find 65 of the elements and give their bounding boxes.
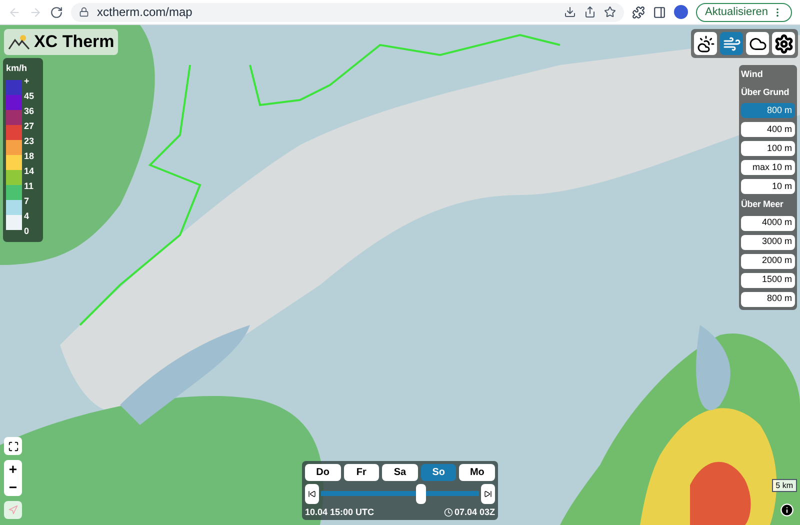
altitude-button[interactable]: 800 m xyxy=(741,292,795,306)
altitude-button[interactable]: 400 m xyxy=(741,122,795,137)
layer-button[interactable] xyxy=(746,32,769,55)
panel-title: Wind xyxy=(741,68,764,81)
time-slider-track[interactable] xyxy=(321,484,479,504)
scale-bar: 5 km xyxy=(772,479,797,492)
legend-label: + xyxy=(24,75,30,88)
legend-unit: km/h xyxy=(6,62,28,74)
zoom-out-button[interactable]: − xyxy=(4,478,22,496)
altitude-button[interactable]: 100 m xyxy=(741,141,795,156)
legend-label: 23 xyxy=(24,135,34,148)
legend-label: 27 xyxy=(24,120,34,133)
reload-icon[interactable] xyxy=(50,6,63,18)
skip-back-icon xyxy=(308,490,316,498)
mountain-sun-icon xyxy=(8,34,30,50)
altitude-button[interactable]: max 10 m xyxy=(741,160,795,175)
skip-forward-icon xyxy=(484,490,492,498)
fullscreen-icon xyxy=(8,440,18,452)
zoom-in-button[interactable]: + xyxy=(4,460,22,478)
logo-text: XC Therm xyxy=(34,31,114,54)
compass-icon xyxy=(8,505,18,515)
day-tab[interactable]: Sa xyxy=(382,464,418,481)
legend-label: 14 xyxy=(24,165,34,178)
layer-button[interactable] xyxy=(772,32,795,55)
legend-label: 4 xyxy=(24,210,30,223)
legend-label: 11 xyxy=(24,180,34,193)
day-tab[interactable]: Do xyxy=(305,464,341,481)
settings-icon xyxy=(774,34,794,54)
day-tab[interactable]: So xyxy=(420,464,456,481)
next-button[interactable] xyxy=(481,484,495,504)
altitude-button[interactable]: 1500 m xyxy=(741,272,795,288)
previous-button[interactable] xyxy=(305,484,319,504)
update-button[interactable]: Aktualisieren xyxy=(696,2,792,22)
address-bar[interactable]: xctherm.com/map xyxy=(71,2,624,22)
altitude-button[interactable]: 4000 m xyxy=(741,216,795,230)
legend-label: 0 xyxy=(24,225,30,238)
layer-button[interactable] xyxy=(694,32,717,55)
day-tab[interactable]: Mo xyxy=(459,464,495,481)
forecast-time: 10.04 15:00 UTC xyxy=(305,506,374,519)
share-icon[interactable] xyxy=(584,6,596,18)
clock-icon xyxy=(444,508,454,518)
section-title: Über Grund xyxy=(741,86,790,98)
download-icon[interactable] xyxy=(564,6,576,18)
url-text: xctherm.com/map xyxy=(97,4,192,21)
section-title: Über Meer xyxy=(741,198,784,211)
legend-label: 18 xyxy=(24,150,34,163)
time-slider-thumb[interactable] xyxy=(416,484,426,504)
lock-icon xyxy=(79,7,89,17)
wind-icon xyxy=(722,34,740,52)
profile-avatar[interactable] xyxy=(674,5,688,19)
side-panel-icon[interactable] xyxy=(653,6,666,18)
day-tab[interactable]: Fr xyxy=(344,464,380,481)
logo[interactable]: XC Therm xyxy=(4,29,118,55)
legend-label: 7 xyxy=(24,195,30,208)
fullscreen-button[interactable] xyxy=(4,437,22,455)
bookmark-star-icon[interactable] xyxy=(604,6,616,18)
model-run-time: 07.04 03Z xyxy=(454,506,495,519)
legend-label: 45 xyxy=(24,90,34,103)
altitude-button[interactable]: 10 m xyxy=(741,179,795,194)
altitude-button[interactable]: 2000 m xyxy=(741,254,795,268)
altitude-button[interactable]: 800 m xyxy=(741,103,795,118)
altitude-button[interactable]: 3000 m xyxy=(741,234,795,250)
extensions-icon[interactable] xyxy=(632,6,646,18)
cloud-sun-icon xyxy=(696,34,714,52)
legend-label: 36 xyxy=(24,105,34,118)
